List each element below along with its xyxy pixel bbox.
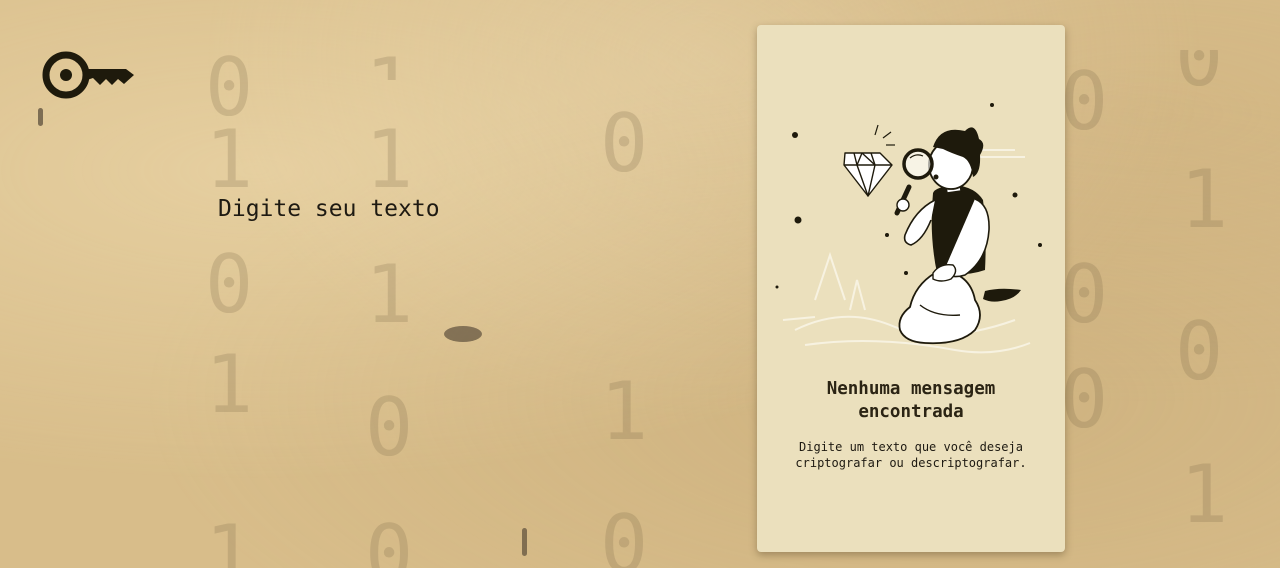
- message-input[interactable]: [218, 196, 698, 396]
- output-card: Nenhuma mensagem encontrada Digite um te…: [757, 25, 1065, 552]
- person-magnifier-diamond-illustration: [775, 95, 1047, 375]
- empty-state-description: Digite um texto que você deseja criptogr…: [795, 440, 1027, 470]
- empty-state-title: Nenhuma mensagem encontrada: [826, 379, 996, 422]
- key-icon: [40, 48, 136, 102]
- paper-speck: [522, 528, 527, 556]
- paper-speck: [38, 108, 43, 126]
